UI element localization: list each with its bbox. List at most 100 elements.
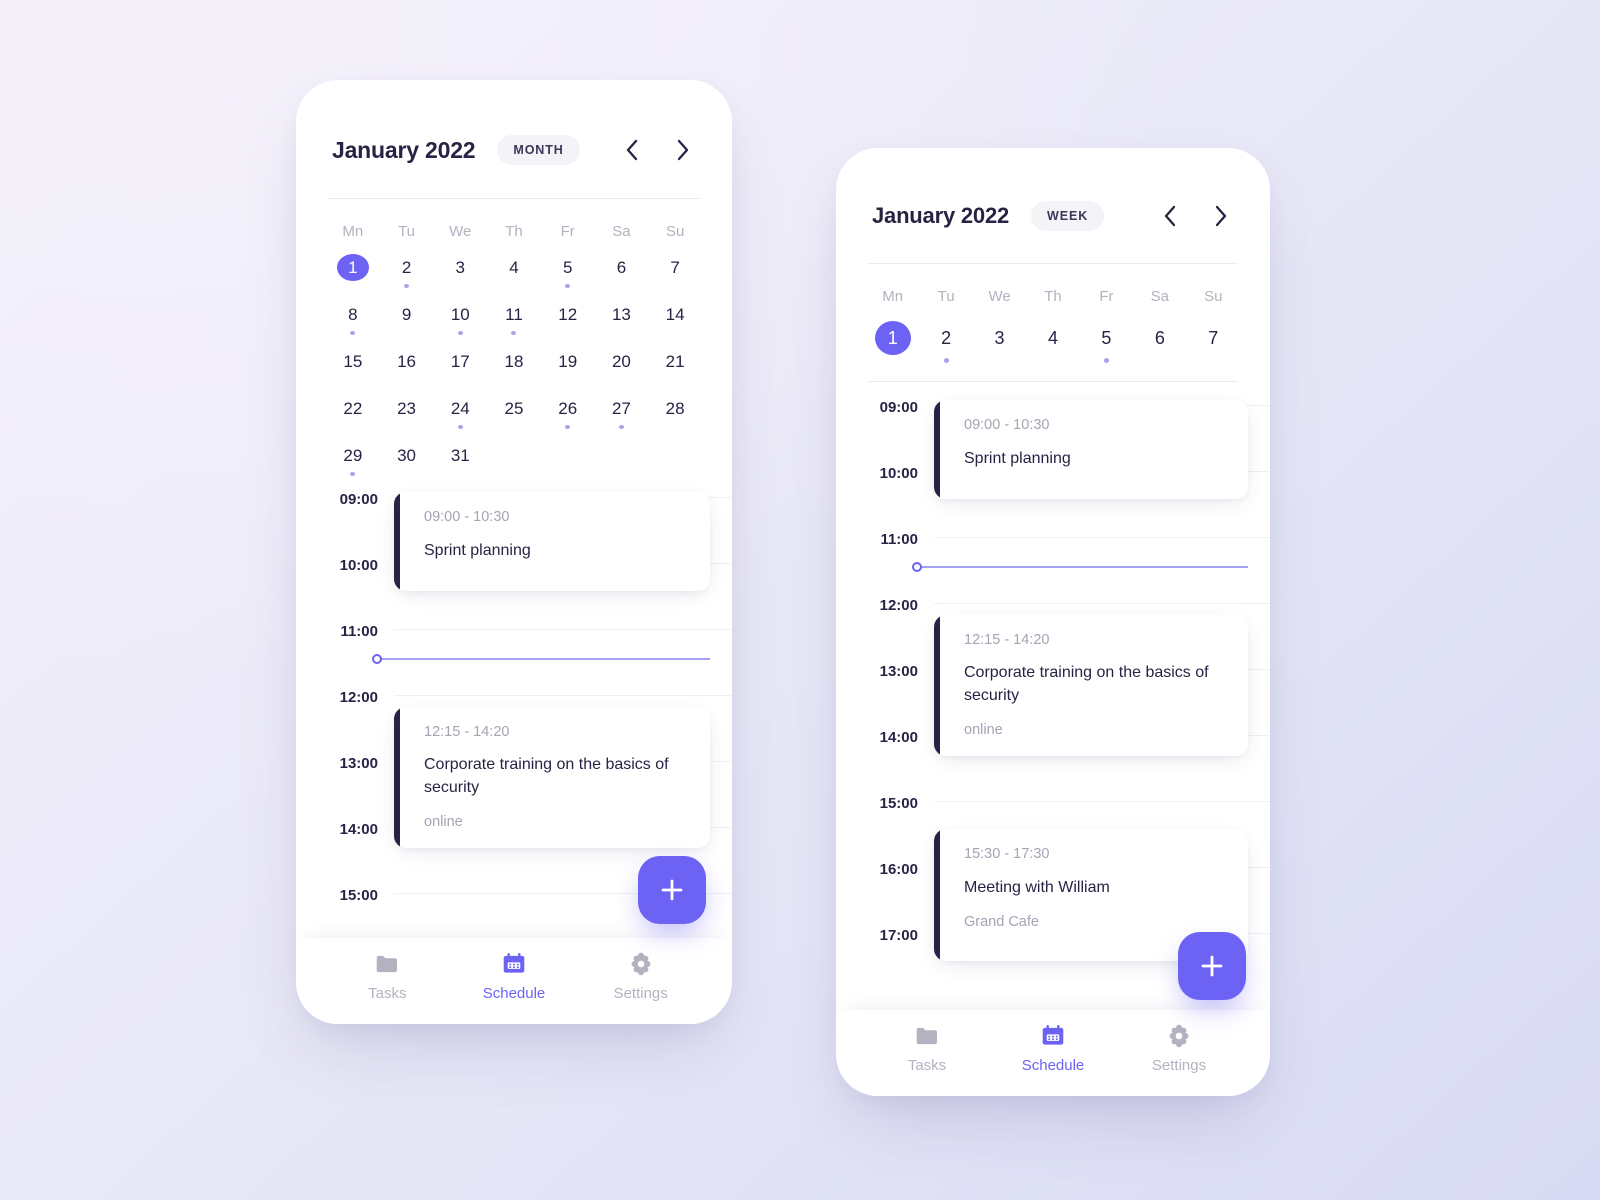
day-13[interactable]: 13 [595, 301, 649, 335]
day-2[interactable]: 2 [380, 254, 434, 288]
day-number: 18 [504, 351, 524, 371]
day-number: 7 [1208, 328, 1219, 349]
event-card[interactable]: 12:15 - 14:20 Corporate training on the … [394, 706, 710, 848]
day-21[interactable]: 21 [648, 348, 702, 382]
event-time: 09:00 - 10:30 [964, 417, 1050, 433]
day-number: 4 [1047, 328, 1058, 349]
day-16[interactable]: 16 [380, 348, 434, 382]
calendar-header-month: January 2022 MONTH [296, 116, 732, 184]
day-30[interactable]: 30 [380, 442, 434, 476]
day-17[interactable]: 17 [433, 348, 487, 382]
hour-slot: 11:00 [316, 624, 732, 696]
day-22[interactable]: 22 [326, 395, 380, 429]
hour-label: 10:00 [339, 557, 378, 574]
view-mode-toggle-week[interactable]: WEEK [1031, 201, 1105, 231]
day-11[interactable]: 11 [487, 301, 541, 335]
hour-label: 15:00 [339, 887, 378, 904]
day-number: 5 [562, 257, 573, 277]
chevron-left-icon[interactable] [1156, 203, 1182, 229]
hour-label: 13:00 [879, 663, 918, 680]
week-day-2[interactable]: 2 [919, 321, 972, 363]
chevron-left-icon[interactable] [618, 137, 644, 163]
week-day-1[interactable]: 1 [866, 321, 919, 363]
day-6[interactable]: 6 [595, 254, 649, 288]
add-event-button[interactable] [1178, 932, 1246, 1000]
bottom-navigation-week: Tasks Schedule Settings [836, 1010, 1270, 1096]
day-1[interactable]: 1 [326, 254, 380, 288]
nav-item-label: Schedule [1021, 1057, 1085, 1074]
day-number: 9 [401, 304, 412, 324]
day-19[interactable]: 19 [541, 348, 595, 382]
week-day-6[interactable]: 6 [1133, 321, 1186, 363]
hour-slot: 11:00 [856, 532, 1270, 604]
add-event-button[interactable] [638, 856, 706, 924]
nav-item-schedule[interactable]: Schedule [451, 951, 578, 1001]
nav-item-label: Schedule [482, 985, 546, 1002]
weekday-label: Fr [1099, 288, 1114, 305]
event-dot [511, 330, 517, 335]
hour-label: 14:00 [339, 821, 378, 838]
day-number: 25 [504, 398, 524, 418]
day-23[interactable]: 23 [380, 395, 434, 429]
day-14[interactable]: 14 [648, 301, 702, 335]
week-day-3[interactable]: 3 [973, 321, 1026, 363]
day-24[interactable]: 24 [433, 395, 487, 429]
day-number: 27 [611, 398, 631, 418]
weekday-label: Tu [398, 223, 416, 240]
event-location: Grand Cafe [964, 913, 1039, 930]
gear-icon [1169, 1024, 1189, 1048]
week-day-5[interactable]: 5 [1080, 321, 1133, 363]
event-card[interactable]: 12:15 - 14:20 Corporate training on the … [934, 614, 1248, 756]
event-time: 09:00 - 10:30 [424, 509, 510, 525]
day-9[interactable]: 9 [380, 301, 434, 335]
day-27[interactable]: 27 [595, 395, 649, 429]
event-dot [457, 330, 463, 335]
weekday-label: Th [505, 223, 523, 240]
event-card[interactable]: 09:00 - 10:30 Sprint planning [934, 400, 1248, 499]
day-28[interactable]: 28 [648, 395, 702, 429]
header-divider [328, 198, 700, 199]
day-12[interactable]: 12 [541, 301, 595, 335]
nav-item-tasks[interactable]: Tasks [324, 951, 451, 1001]
hour-label: 09:00 [339, 491, 378, 508]
month-day-grid: 1 2 3 4 5 6 7 8 9 10 11 12 13 14 15 16 1… [296, 254, 732, 476]
day-3[interactable]: 3 [433, 254, 487, 288]
day-7[interactable]: 7 [648, 254, 702, 288]
day-4[interactable]: 4 [487, 254, 541, 288]
chevron-right-icon[interactable] [670, 137, 696, 163]
app-canvas: January 2022 MONTH Mn Tu We Th Fr Sa Su 1 [0, 0, 1600, 1200]
day-5[interactable]: 5 [541, 254, 595, 288]
day-8[interactable]: 8 [326, 301, 380, 335]
day-20[interactable]: 20 [595, 348, 649, 382]
plus-icon [661, 879, 683, 901]
hour-gridline [394, 695, 732, 696]
week-day-7[interactable]: 7 [1187, 321, 1240, 363]
event-dot [943, 358, 949, 363]
folder-icon [916, 1027, 937, 1045]
event-time: 12:15 - 14:20 [964, 631, 1050, 648]
nav-item-settings[interactable]: Settings [577, 951, 704, 1001]
nav-item-settings[interactable]: Settings [1116, 1023, 1242, 1073]
day-18[interactable]: 18 [487, 348, 541, 382]
event-card[interactable]: 09:00 - 10:30 Sprint planning [394, 492, 710, 591]
day-number: 2 [941, 328, 952, 349]
week-day-4[interactable]: 4 [1026, 321, 1079, 363]
weekday-label: Su [665, 223, 685, 240]
chevron-right-icon[interactable] [1208, 203, 1234, 229]
weekday-label: Fr [560, 223, 575, 240]
weekday-label: Th [1044, 288, 1062, 305]
weekday-label: We [449, 223, 472, 240]
hour-label: 13:00 [339, 755, 378, 772]
day-10[interactable]: 10 [433, 301, 487, 335]
weekday-label: We [988, 288, 1011, 305]
day-25[interactable]: 25 [487, 395, 541, 429]
view-mode-toggle[interactable]: MONTH [497, 135, 580, 165]
page-title-week: January 2022 [872, 203, 1010, 228]
day-29[interactable]: 29 [326, 442, 380, 476]
day-15[interactable]: 15 [326, 348, 380, 382]
day-number: 21 [665, 351, 685, 371]
nav-item-schedule[interactable]: Schedule [990, 1023, 1116, 1073]
day-31[interactable]: 31 [433, 442, 487, 476]
nav-item-tasks[interactable]: Tasks [864, 1023, 990, 1073]
day-26[interactable]: 26 [541, 395, 595, 429]
